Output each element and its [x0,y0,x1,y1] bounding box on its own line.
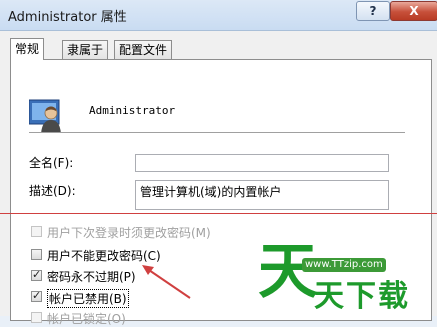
fullname-field[interactable] [135,154,389,172]
checkbox-box[interactable] [31,289,42,302]
title-bar: Administrator 属性 ? X [0,0,437,31]
checkbox-box [31,312,42,323]
watermark-big-text: 天 [258,237,318,307]
watermark-logo: 天 www.TTzip.com 天下载 [248,238,437,316]
user-icon [29,99,61,134]
description-label: 描述(D): [29,184,76,198]
checkbox-box [31,226,42,237]
username-label: Administrator [89,104,176,117]
tab-general[interactable]: 常规 [10,38,45,60]
fullname-label: 全名(F): [29,156,74,170]
checkbox-box[interactable] [31,249,42,260]
checkbox-label: 密码永不过期(P) [47,270,136,284]
watermark-url: www.TTzip.com [302,258,386,272]
annotation-red-line [0,213,437,214]
help-button[interactable]: ? [356,1,390,21]
checkbox-box[interactable] [31,268,42,281]
checkbox-label: 帐户已禁用(B) [47,289,129,308]
checkbox-label: 帐户已锁定(O) [47,312,126,326]
tab-member-of[interactable]: 隶属于 [62,40,109,59]
annotation-arrow-icon [142,265,191,299]
checkbox-label: 用户下次登录时须更改密码(M) [47,226,211,240]
tab-profile[interactable]: 配置文件 [114,40,173,59]
description-field[interactable]: 管理计算机(域)的内置帐户 [135,180,389,210]
separator [29,132,405,134]
window-title: Administrator 属性 [8,10,127,25]
watermark-small-text: 天下载 [314,279,410,314]
close-button[interactable]: X [390,1,437,21]
